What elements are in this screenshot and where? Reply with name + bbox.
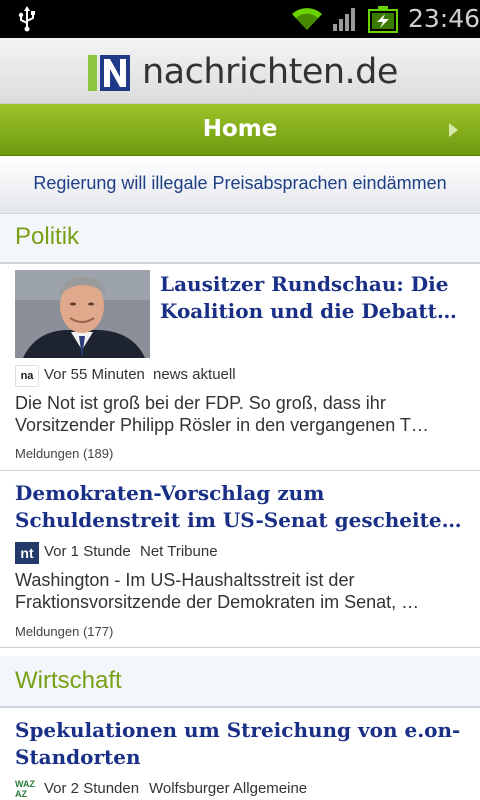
source-logo-icon: WAZ AZ [15,779,35,799]
article-source: Wolfsburger Allgemeine [149,780,308,797]
section-title: Wirtschaft [15,667,122,694]
section-header-wirtschaft[interactable]: Wirtschaft [0,656,480,708]
section-title: Politik [15,223,80,250]
nav-bar[interactable]: Home [0,104,480,156]
signal-icon [333,8,355,31]
article-summary: Die Not ist groß bei der FDP. So groß, d… [15,393,429,435]
article-item[interactable]: Spekulationen um Streichung von e.on- St… [0,708,480,800]
article-time: Vor 55 Minuten [44,366,145,383]
nachrichten-logo-icon [88,55,130,91]
article-title[interactable]: Demokraten-Vorschlag zum Schuldenstreit … [15,480,470,534]
top-headline[interactable]: Regierung will illegale Preisabsprachen … [0,156,480,214]
article-time: Vor 1 Stunde [44,543,131,560]
nav-title: Home [202,116,278,142]
section-header-politik[interactable]: Politik [0,214,480,264]
battery-charging-icon [368,6,398,33]
source-logo-icon: na [15,365,39,387]
article-item[interactable]: Lausitzer Rundschau: Die Koalition und d… [0,264,480,471]
app-header: nachrichten.de [0,38,480,104]
article-title[interactable]: Spekulationen um Streichung von e.on- St… [15,717,470,771]
status-clock: 23:46 [408,4,480,33]
logo-text: nachrichten.de [142,52,398,92]
wifi-icon [292,8,322,30]
article-meta: WAZ AZ Vor 2 Stunden Wolfsburger Allgeme… [15,779,467,799]
source-logo-icon: nt [15,542,39,564]
article-summary: Washington - Im US-Haushaltsstreit ist d… [15,570,420,612]
article-meta: nt Vor 1 Stunde Net Tribune [15,542,467,564]
article-count-link[interactable]: Meldungen (177) [15,624,113,639]
article-meta: na Vor 55 Minuten news aktuell [15,365,467,387]
article-count-link[interactable]: Meldungen (189) [15,446,113,461]
article-source: news aktuell [153,366,236,383]
article-thumbnail[interactable] [15,270,150,358]
status-bar: 23:46 [0,0,480,38]
article-item[interactable]: Demokraten-Vorschlag zum Schuldenstreit … [0,471,480,648]
article-time: Vor 2 Stunden [44,780,140,797]
article-title[interactable]: Lausitzer Rundschau: Die Koalition und d… [160,271,470,325]
usb-icon [18,6,35,32]
chevron-right-icon[interactable] [449,123,458,137]
top-headline-text: Regierung will illegale Preisabsprachen … [33,173,447,193]
article-source: Net Tribune [140,543,218,560]
